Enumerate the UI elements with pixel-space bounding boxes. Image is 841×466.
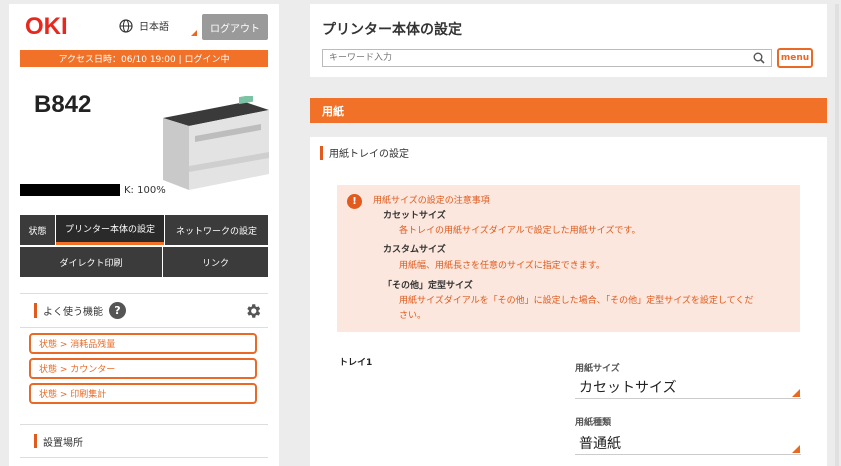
paper-type-value: 普通紙 — [579, 435, 621, 452]
menu-button[interactable]: menu — [777, 48, 813, 68]
globe-icon — [119, 18, 133, 33]
paper-size-select[interactable]: カセットサイズ — [575, 375, 801, 399]
notice-desc-other-1: 用紙サイズダイアルを「その他」に設定した場合、「その他」定型サイズを設定してくだ — [399, 296, 754, 306]
toner-label: K: 100% — [124, 184, 166, 196]
tab-direct-print[interactable]: ダイレクト印刷 — [20, 247, 162, 277]
subsection-title: 用紙トレイの設定 — [329, 149, 409, 160]
tab-printer-settings[interactable]: プリンター本体の設定 — [56, 215, 164, 245]
search-input[interactable] — [322, 49, 772, 67]
logout-button[interactable]: ログアウト — [202, 14, 268, 40]
main-nav: 状態 プリンター本体の設定 ネットワークの設定 ダイレクト印刷 リンク — [20, 215, 268, 279]
page-title: プリンター本体の設定 — [322, 22, 462, 38]
section-marker — [34, 434, 37, 448]
fav-link-counter[interactable]: 状態 > カウンター — [29, 358, 257, 379]
warning-icon: ! — [347, 194, 362, 209]
tab-status[interactable]: 状態 — [20, 215, 55, 245]
paper-type-label: 用紙種類 — [575, 418, 612, 428]
favorites-header: よく使う機能 ? — [20, 293, 268, 328]
tab-network-settings[interactable]: ネットワークの設定 — [165, 215, 268, 245]
page-header: プリンター本体の設定 menu — [310, 4, 827, 77]
logo-text: OKI — [25, 13, 68, 39]
notice-desc-cassette: 各トレイの用紙サイズダイアルで設定した用紙サイズです。 — [399, 226, 641, 236]
printer-image — [163, 96, 269, 190]
dropdown-caret-icon — [792, 445, 800, 453]
notice-title: 用紙サイズの設定の注意事項 — [373, 196, 490, 206]
fav-link-print-totals[interactable]: 状態 > 印刷集計 — [29, 383, 257, 404]
dropdown-caret-icon — [792, 389, 800, 397]
access-info-bar: アクセス日時：06/10 19:00 | ログイン中 — [20, 50, 268, 67]
oki-logo: OKI — [25, 13, 68, 39]
toner-status: K: 100% — [20, 184, 166, 196]
notice-desc-other-2: さい。 — [399, 311, 427, 321]
location-title: 設置場所 — [43, 437, 83, 449]
language-selector[interactable]: 日本語 — [119, 18, 197, 36]
notice-heading-cassette: カセットサイズ — [383, 211, 446, 221]
favorites-title: よく使う機能 — [43, 307, 103, 318]
section-header-paper: 用紙 — [310, 98, 827, 123]
dropdown-caret-icon — [191, 30, 197, 36]
section-marker — [320, 145, 323, 160]
left-panel: OKI 日本語 ログアウト アクセス日時：06/10 19:00 | ログイン中… — [9, 4, 279, 466]
model-name: B842 — [34, 91, 92, 118]
paper-tray-settings: 用紙トレイの設定 ! 用紙サイズの設定の注意事項 カセットサイズ 各トレイの用紙… — [310, 137, 827, 466]
search-icon[interactable] — [753, 52, 765, 64]
page-scrollbar[interactable] — [835, 4, 839, 466]
notice-heading-other: 「その他」定型サイズ — [383, 281, 473, 291]
paper-size-label: 用紙サイズ — [575, 364, 620, 374]
paper-size-value: カセットサイズ — [579, 379, 677, 396]
gear-icon[interactable] — [244, 302, 262, 320]
tab-links[interactable]: リンク — [163, 247, 268, 277]
fav-link-supplies[interactable]: 状態 > 消耗品残量 — [29, 333, 257, 354]
section-marker — [34, 303, 37, 318]
notice-desc-custom: 用紙幅、用紙長さを任意のサイズに指定できます。 — [399, 261, 605, 271]
language-label: 日本語 — [139, 22, 169, 33]
help-icon[interactable]: ? — [109, 302, 126, 319]
subsection-header: 用紙トレイの設定 — [320, 145, 409, 160]
notice-heading-custom: カスタムサイズ — [383, 245, 446, 255]
location-header: 設置場所 — [20, 424, 268, 458]
paper-type-select[interactable]: 普通紙 — [575, 431, 801, 455]
tray-label: トレイ1 — [339, 358, 373, 368]
paper-size-notice: ! 用紙サイズの設定の注意事項 カセットサイズ 各トレイの用紙サイズダイアルで設… — [337, 185, 800, 332]
toner-bar — [20, 184, 120, 196]
